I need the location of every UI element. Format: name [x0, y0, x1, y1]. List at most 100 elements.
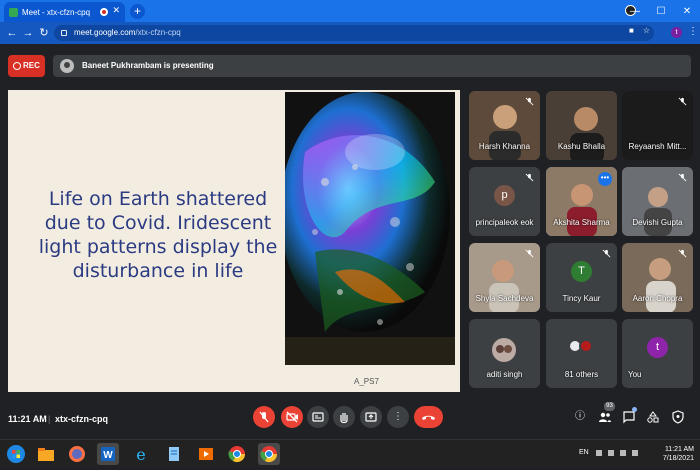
firefox-icon	[69, 446, 85, 462]
slide-caption: A_PS7	[354, 377, 379, 386]
taskbar-chrome[interactable]	[226, 443, 248, 465]
participant-name: principaleok eok	[475, 218, 534, 227]
participant-tile[interactable]: Kashu Bhalla	[546, 91, 617, 160]
participant-tile-others[interactable]: 81 others	[546, 319, 617, 388]
chat-icon[interactable]	[622, 410, 636, 424]
mic-toggle-button[interactable]	[253, 406, 275, 428]
presentation-slide: Life on Earth shattered due to Covid. Ir…	[8, 90, 460, 392]
tab-meet[interactable]: Meet - xtx-cfzn-cpq ✕	[4, 2, 125, 22]
camera-permission-icon[interactable]: ■	[629, 26, 634, 35]
flag-icon[interactable]	[632, 450, 638, 456]
forward-arrow-icon[interactable]: →	[21, 26, 35, 40]
internet-explorer-icon: e	[136, 445, 145, 464]
participant-initial-avatar: T	[571, 261, 592, 282]
back-arrow-icon[interactable]: ←	[5, 26, 19, 40]
maximize-button[interactable]: ☐	[648, 6, 674, 17]
people-icon[interactable]	[598, 410, 612, 424]
others-count: 81 others	[564, 370, 599, 379]
minimize-button[interactable]: —	[622, 6, 648, 17]
taskbar-notepad[interactable]	[163, 443, 185, 465]
lock-icon	[61, 30, 67, 36]
slide-iridescent-photo	[285, 92, 455, 365]
participant-name: You	[628, 370, 642, 379]
word-icon: W	[101, 447, 115, 461]
participant-name: Tincy Kaur	[562, 294, 601, 303]
participant-tile-self[interactable]: t You	[622, 319, 693, 388]
presenter-text: Baneet Pukhrambam is presenting	[82, 61, 214, 70]
hand-icon	[340, 413, 348, 424]
browser-tab-bar: Meet - xtx-cfzn-cpq ✕ + — ☐ ✕	[0, 0, 700, 22]
participant-tile-active[interactable]: ••• Akshita Sharma	[546, 167, 617, 236]
folder-icon	[38, 448, 54, 461]
close-window-button[interactable]: ✕	[674, 6, 700, 17]
shield-icon	[672, 410, 684, 424]
input-language[interactable]: EN	[579, 449, 589, 456]
address-bar[interactable]: meet.google.com/xtx-cfzn-cpq	[54, 25, 654, 41]
tab-close-icon[interactable]: ✕	[112, 5, 120, 16]
svg-text:e: e	[136, 445, 145, 464]
mic-off-icon	[678, 173, 687, 182]
present-screen-icon	[365, 412, 377, 422]
taskbar-media[interactable]	[195, 443, 217, 465]
window-controls: — ☐ ✕	[622, 0, 700, 22]
chat-notification-dot	[632, 407, 637, 412]
host-controls-icon[interactable]	[671, 410, 685, 424]
recording-button[interactable]: REC	[8, 55, 45, 77]
browser-menu-icon[interactable]: ⋮	[688, 26, 698, 37]
others-avatar-icon	[579, 339, 593, 353]
captions-button[interactable]	[307, 406, 329, 428]
participant-tile[interactable]: T Tincy Kaur	[546, 243, 617, 312]
system-tray-icons	[596, 450, 638, 456]
meeting-details-icon[interactable]: ⓘ	[573, 410, 587, 424]
reload-icon[interactable]: ↻	[37, 26, 51, 40]
participant-tile[interactable]: p principaleok eok	[469, 167, 540, 236]
presenting-banner: Baneet Pukhrambam is presenting	[53, 55, 691, 77]
taskbar-explorer[interactable]	[35, 443, 57, 465]
more-options-button[interactable]: ⋮	[387, 406, 409, 428]
activities-icon[interactable]	[646, 410, 660, 424]
meeting-code: xtx-cfzn-cpq	[55, 414, 109, 424]
url-path: /xtx-cfzn-cpq	[135, 28, 181, 37]
recording-label: REC	[23, 61, 40, 70]
participant-tile[interactable]: Devishi Gupta	[622, 167, 693, 236]
more-vert-icon: ⋮	[393, 411, 403, 422]
clock-date: 7/18/2021	[662, 455, 694, 462]
volume-icon[interactable]	[620, 450, 626, 456]
bookmark-star-icon[interactable]: ☆	[643, 26, 650, 35]
raise-hand-button[interactable]	[333, 406, 355, 428]
meeting-controls-bar: 11:21 AM | xtx-cfzn-cpq ⋮ ⓘ 93	[0, 395, 700, 439]
chrome-profile-icon	[260, 446, 278, 463]
closed-captions-icon	[312, 412, 324, 422]
network-icon[interactable]	[608, 450, 614, 456]
camera-toggle-button[interactable]	[281, 406, 303, 428]
mic-off-icon	[678, 97, 687, 106]
profile-avatar[interactable]: t	[671, 27, 682, 38]
taskbar-browser-alt[interactable]	[66, 443, 88, 465]
new-tab-button[interactable]: +	[130, 4, 145, 19]
participant-tile[interactable]: Shyla Sachdeva	[469, 243, 540, 312]
participant-name: Kashu Bhalla	[557, 142, 606, 151]
taskbar-chrome-active[interactable]	[258, 443, 280, 465]
participant-tile[interactable]: Reyaansh Mitt...	[622, 91, 693, 160]
present-now-button[interactable]	[360, 406, 382, 428]
tray-arrow-icon[interactable]	[596, 450, 602, 456]
meet-stage: REC Baneet Pukhrambam is presenting Life…	[0, 44, 700, 439]
participant-tile[interactable]: Aaron Chopra	[622, 243, 693, 312]
participant-tile[interactable]: aditi singh	[469, 319, 540, 388]
windows-logo-icon	[7, 445, 25, 463]
mic-off-icon	[525, 249, 534, 258]
taskbar-ie[interactable]: e	[130, 443, 152, 465]
more-options-icon[interactable]: •••	[598, 172, 612, 186]
participant-name: Harsh Khanna	[478, 142, 531, 151]
windows-taskbar: W e EN 11:21 AM 7/18/2021	[0, 439, 700, 467]
separator: |	[48, 414, 51, 424]
leave-call-button[interactable]	[414, 406, 443, 428]
tab-title: Meet - xtx-cfzn-cpq	[22, 7, 91, 17]
mic-off-icon	[259, 411, 269, 423]
system-clock[interactable]: 11:21 AM 7/18/2021	[663, 445, 694, 463]
chrome-icon	[228, 446, 246, 463]
taskbar-word[interactable]: W	[97, 443, 119, 465]
start-button[interactable]	[5, 443, 27, 465]
participant-tile[interactable]: Harsh Khanna	[469, 91, 540, 160]
address-bar-icons: ■ ☆	[629, 26, 650, 35]
